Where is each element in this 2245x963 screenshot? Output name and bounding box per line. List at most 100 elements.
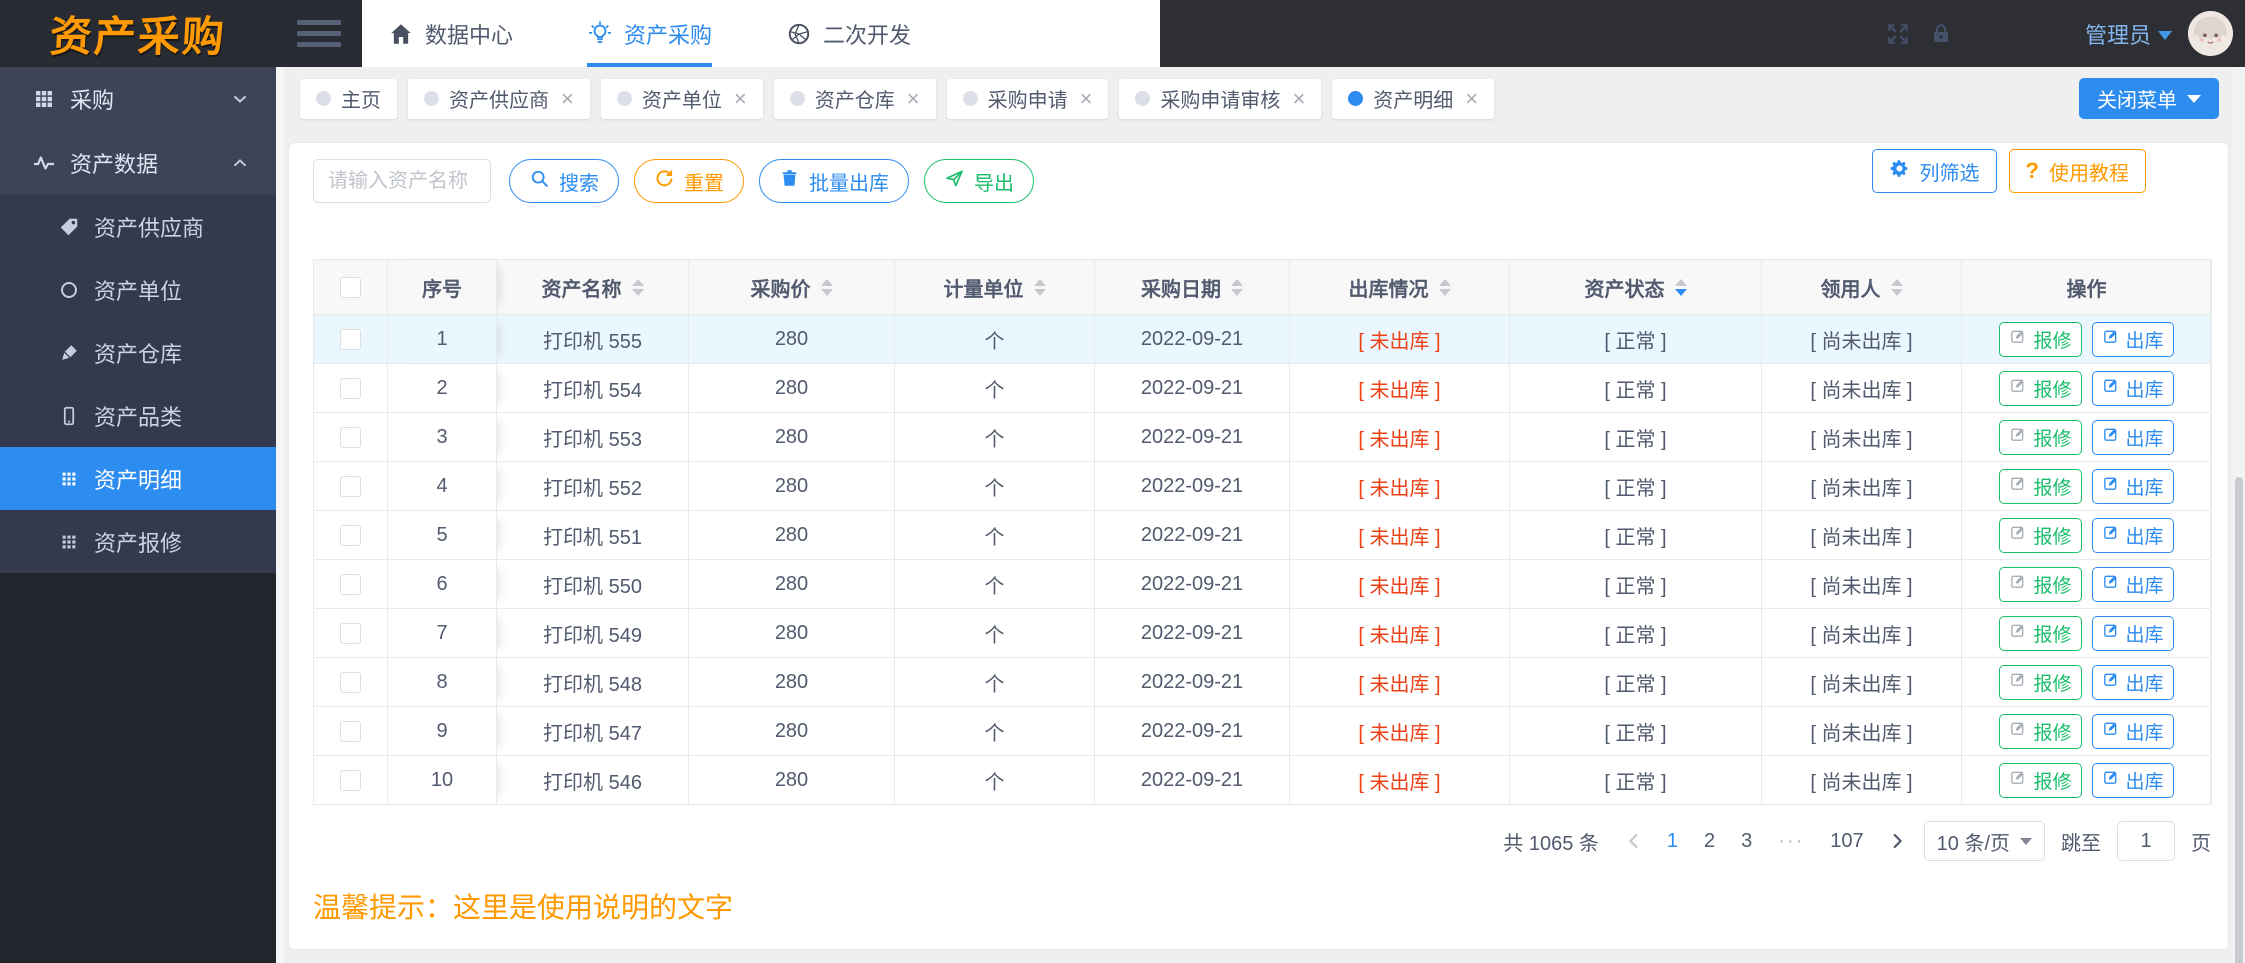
报修-button[interactable]: 报修 [1999, 615, 2082, 651]
search-input[interactable] [313, 159, 491, 203]
sidebar-item-资产数据[interactable]: 资产数据 [0, 131, 276, 195]
row-checkbox[interactable] [340, 475, 361, 497]
column-header-资产状态[interactable]: 资产状态 [1510, 260, 1762, 314]
open-tab-资产单位[interactable]: 资产单位 × [600, 78, 763, 119]
出库-button[interactable]: 出库 [2091, 713, 2174, 749]
open-tab-采购申请审核[interactable]: 采购申请审核 × [1119, 78, 1322, 119]
close-icon[interactable]: × [907, 87, 920, 110]
重置-button[interactable]: 重置 [634, 159, 744, 203]
select-all-checkbox[interactable] [340, 276, 361, 298]
column-header-采购价[interactable]: 采购价 [689, 260, 895, 314]
sidebar-item-资产单位[interactable]: 资产单位 [0, 258, 276, 321]
导出-button[interactable]: 导出 [924, 159, 1034, 203]
sort-asc-icon[interactable] [1033, 278, 1046, 286]
出库-button[interactable]: 出库 [2091, 517, 2174, 553]
sort-asc-icon[interactable] [631, 278, 644, 286]
sidebar-item-资产供应商[interactable]: 资产供应商 [0, 195, 276, 258]
window-scrollbar[interactable] [2233, 67, 2245, 963]
sort-desc-icon[interactable] [820, 288, 833, 296]
column-header-采购日期[interactable]: 采购日期 [1095, 260, 1290, 314]
报修-button[interactable]: 报修 [1999, 321, 2082, 357]
column-header-计量单位[interactable]: 计量单位 [895, 260, 1095, 314]
row-checkbox[interactable] [340, 671, 361, 693]
sort-desc-icon[interactable] [1890, 288, 1903, 296]
top-nav-tab-资产采购[interactable]: 资产采购 [587, 0, 713, 67]
sort-desc-icon[interactable] [1674, 288, 1687, 296]
page-ellipsis[interactable]: ··· [1772, 830, 1810, 853]
sort-icon[interactable] [631, 278, 644, 296]
jump-page-input[interactable] [2117, 821, 2175, 861]
sort-asc-icon[interactable] [820, 278, 833, 286]
出库-button[interactable]: 出库 [2091, 419, 2174, 455]
page-size-select[interactable]: 10 条/页 [1923, 821, 2045, 861]
sort-asc-icon[interactable] [1674, 278, 1687, 286]
page-number[interactable]: 2 [1698, 830, 1721, 853]
sort-asc-icon[interactable] [1231, 278, 1243, 286]
报修-button[interactable]: 报修 [1999, 713, 2082, 749]
row-checkbox[interactable] [340, 377, 361, 399]
报修-button[interactable]: 报修 [1999, 664, 2082, 700]
open-tab-采购申请[interactable]: 采购申请 × [946, 78, 1109, 119]
row-checkbox[interactable] [340, 426, 361, 448]
出库-button[interactable]: 出库 [2091, 664, 2174, 700]
page-number[interactable]: 107 [1824, 830, 1869, 853]
出库-button[interactable]: 出库 [2091, 566, 2174, 602]
fullscreen-icon[interactable] [1885, 21, 1911, 47]
row-checkbox[interactable] [340, 769, 361, 791]
sidebar-item-资产明细[interactable]: 资产明细 [0, 447, 276, 510]
报修-button[interactable]: 报修 [1999, 517, 2082, 553]
close-icon[interactable]: × [1465, 87, 1478, 110]
搜索-button[interactable]: 搜索 [509, 159, 619, 203]
top-nav-tab-数据中心[interactable]: 数据中心 [388, 0, 513, 67]
open-tab-资产供应商[interactable]: 资产供应商 × [408, 78, 590, 119]
sort-icon[interactable] [1231, 278, 1243, 296]
报修-button[interactable]: 报修 [1999, 762, 2082, 798]
hamburger-menu-icon[interactable] [297, 20, 341, 47]
出库-button[interactable]: 出库 [2091, 468, 2174, 504]
使用教程-button[interactable]: ? 使用教程 [2008, 149, 2146, 193]
sidebar-item-资产品类[interactable]: 资产品类 [0, 384, 276, 447]
sidebar-item-采购[interactable]: 采购 [0, 67, 276, 131]
row-checkbox[interactable] [340, 328, 361, 350]
open-tab-资产明细[interactable]: 资产明细 × [1332, 78, 1495, 119]
next-page-icon[interactable] [1886, 830, 1908, 852]
open-tab-主页[interactable]: 主页 [300, 78, 397, 119]
row-checkbox[interactable] [340, 622, 361, 644]
sidebar-scrollbar[interactable] [276, 67, 284, 963]
sort-asc-icon[interactable] [1438, 278, 1451, 286]
sort-icon[interactable] [1890, 278, 1903, 296]
报修-button[interactable]: 报修 [1999, 566, 2082, 602]
出库-button[interactable]: 出库 [2091, 615, 2174, 651]
sort-icon[interactable] [1438, 278, 1451, 296]
列筛选-button[interactable]: 列筛选 [1871, 149, 1997, 193]
报修-button[interactable]: 报修 [1999, 468, 2082, 504]
column-header-资产名称[interactable]: 资产名称 [497, 260, 689, 314]
sort-desc-icon[interactable] [1033, 288, 1046, 296]
sort-icon[interactable] [820, 278, 833, 296]
page-number[interactable]: 1 [1661, 830, 1684, 853]
sidebar-item-资产报修[interactable]: 资产报修 [0, 510, 276, 573]
page-number[interactable]: 3 [1735, 830, 1758, 853]
open-tab-资产仓库[interactable]: 资产仓库 × [773, 78, 936, 119]
user-menu[interactable]: 管理员 [2085, 18, 2172, 50]
column-header-出库情况[interactable]: 出库情况 [1290, 260, 1510, 314]
row-checkbox[interactable] [340, 573, 361, 595]
scrollbar-thumb[interactable] [2235, 477, 2243, 963]
row-checkbox[interactable] [340, 720, 361, 742]
报修-button[interactable]: 报修 [1999, 370, 2082, 406]
column-header-领用人[interactable]: 领用人 [1762, 260, 1962, 314]
sidebar-item-资产仓库[interactable]: 资产仓库 [0, 321, 276, 384]
sort-asc-icon[interactable] [1890, 278, 1903, 286]
close-icon[interactable]: × [561, 87, 574, 110]
出库-button[interactable]: 出库 [2091, 370, 2174, 406]
row-checkbox[interactable] [340, 524, 361, 546]
sort-desc-icon[interactable] [1438, 288, 1451, 296]
lock-icon[interactable] [1929, 22, 1953, 46]
close-icon[interactable]: × [1080, 87, 1093, 110]
prev-page-icon[interactable] [1623, 830, 1645, 852]
报修-button[interactable]: 报修 [1999, 419, 2082, 455]
sort-icon[interactable] [1674, 278, 1687, 296]
avatar[interactable] [2188, 11, 2233, 56]
close-icon[interactable]: × [734, 87, 747, 110]
出库-button[interactable]: 出库 [2091, 321, 2174, 357]
